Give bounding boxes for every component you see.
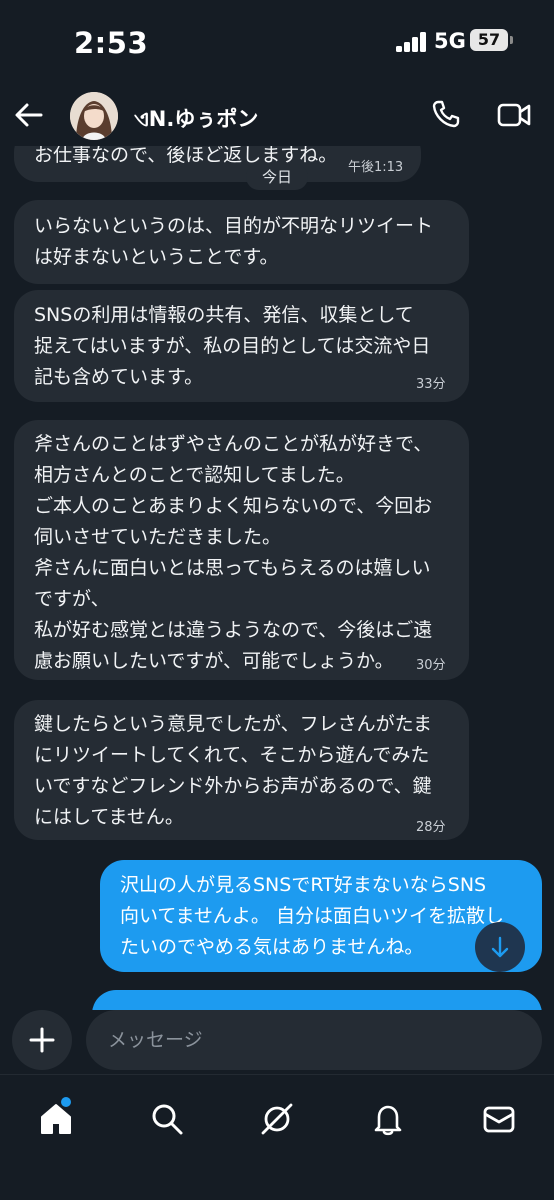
battery-icon: 57 xyxy=(470,29,508,51)
message-text: 鍵したらという意見でしたが、フレさんがたま にリツイートしてくれて、そこから遊ん… xyxy=(34,713,433,828)
phone-icon[interactable] xyxy=(430,98,462,130)
home-notification-dot xyxy=(61,1097,71,1107)
message-time: 28分 xyxy=(416,820,446,835)
arrow-down-icon xyxy=(491,936,509,958)
message-list[interactable]: お仕事なので、後ほど返しますね。 午後1:13 今日 いらないというのは、目的が… xyxy=(0,146,554,1012)
plus-icon xyxy=(29,1027,55,1053)
message-text: 斧さんのことはずやさんのことが私が好きで、 相方さんとのことで認知してました。 … xyxy=(34,433,433,672)
message-text: いらないというのは、目的が不明なリツイート は好まないということです。 xyxy=(34,215,434,268)
video-call-icon[interactable] xyxy=(497,100,531,130)
add-attachment-button[interactable] xyxy=(12,1010,72,1070)
message-input[interactable] xyxy=(86,1010,542,1070)
conversation-header: ଏN.ゆぅポン xyxy=(0,88,554,146)
notifications-icon[interactable] xyxy=(370,1101,406,1137)
composer xyxy=(0,1010,554,1074)
message-bubble[interactable]: 鍵したらという意見でしたが、フレさんがたま にリツイートしてくれて、そこから遊ん… xyxy=(14,700,469,840)
date-divider: 今日 xyxy=(246,164,308,190)
network-type: 5G xyxy=(434,29,466,53)
message-time: 30分 xyxy=(416,658,446,673)
signal-icon xyxy=(396,32,428,52)
battery-nub xyxy=(510,36,513,44)
bottom-navigation xyxy=(0,1074,554,1200)
message-bubble[interactable]: お仕事なので、後ほど返しますね。 午後1:13 xyxy=(14,146,421,182)
home-icon[interactable] xyxy=(38,1101,74,1137)
back-arrow-icon[interactable] xyxy=(12,98,46,132)
grok-icon[interactable] xyxy=(259,1101,295,1137)
messages-icon[interactable] xyxy=(481,1101,517,1137)
message-bubble[interactable]: いらないというのは、目的が不明なリツイート は好まないということです。 xyxy=(14,200,469,284)
search-icon[interactable] xyxy=(149,1101,185,1137)
status-time: 2:53 xyxy=(74,26,149,60)
status-bar: 2:53 5G 57 xyxy=(0,0,554,88)
scroll-down-button[interactable] xyxy=(475,922,525,972)
avatar[interactable] xyxy=(70,92,118,140)
message-bubble-outgoing[interactable] xyxy=(92,990,542,1012)
contact-name[interactable]: ଏN.ゆぅポン xyxy=(134,103,258,133)
message-time: 午後1:13 xyxy=(348,160,404,175)
message-text: SNSの利用は情報の共有、発信、収集として 捉えてはいますが、私の目的としては交… xyxy=(34,304,431,388)
message-bubble[interactable]: SNSの利用は情報の共有、発信、収集として 捉えてはいますが、私の目的としては交… xyxy=(14,290,469,402)
message-time: 33分 xyxy=(416,377,446,392)
message-bubble[interactable]: 斧さんのことはずやさんのことが私が好きで、 相方さんとのことで認知してました。 … xyxy=(14,420,469,680)
